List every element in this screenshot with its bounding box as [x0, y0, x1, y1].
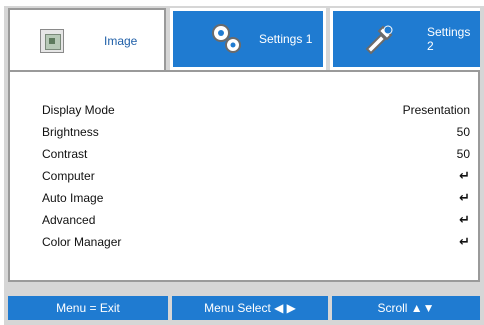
menu-item-auto-image[interactable]: Auto Image ↵	[42, 188, 470, 208]
menu-item-value: Presentation	[402, 103, 470, 117]
tab-image-label: Image	[104, 34, 138, 48]
menu-item-label: Brightness	[42, 125, 99, 139]
tools-icon	[361, 21, 397, 57]
menu-item-brightness[interactable]: Brightness 50	[42, 122, 470, 142]
enter-icon: ↵	[459, 234, 470, 249]
tab-settings-1[interactable]: Settings 1	[170, 8, 326, 70]
menu-item-computer[interactable]: Computer ↵	[42, 166, 470, 186]
gears-icon	[209, 21, 245, 57]
tab-settings-1-label: Settings 1	[259, 32, 313, 46]
tab-settings-2-label: Settings 2	[427, 25, 471, 53]
menu-item-contrast[interactable]: Contrast 50	[42, 144, 470, 164]
menu-item-label: Advanced	[42, 213, 96, 227]
enter-icon: ↵	[459, 168, 470, 183]
menu-item-value: 50	[456, 147, 470, 161]
menu-item-advanced[interactable]: Advanced ↵	[42, 210, 470, 230]
menu-item-color-manager[interactable]: Color Manager ↵	[42, 232, 470, 252]
hint-scroll: Scroll ▲▼	[332, 296, 480, 320]
menu-panel: Display Mode Presentation Brightness 50 …	[8, 70, 480, 282]
menu-item-label: Display Mode	[42, 103, 115, 117]
enter-icon: ↵	[459, 190, 470, 205]
menu-item-label: Computer	[42, 169, 95, 183]
hint-menu-select: Menu Select ◀ ▶	[172, 296, 328, 320]
enter-icon: ↵	[459, 212, 470, 227]
image-icon	[40, 29, 64, 53]
menu-item-value: 50	[456, 125, 470, 139]
menu-item-label: Auto Image	[42, 191, 104, 205]
menu-item-label: Color Manager	[42, 235, 122, 249]
hint-menu-exit: Menu = Exit	[8, 296, 168, 320]
menu-item-display-mode[interactable]: Display Mode Presentation	[42, 100, 470, 120]
tab-image[interactable]: Image	[8, 8, 166, 72]
tab-settings-2[interactable]: Settings 2	[330, 8, 480, 70]
menu-item-label: Contrast	[42, 147, 88, 161]
